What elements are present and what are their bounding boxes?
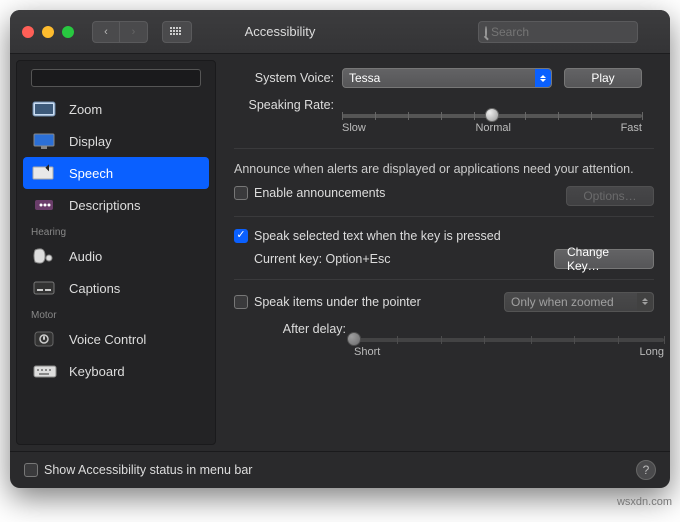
sidebar-item-label: Descriptions xyxy=(69,198,141,213)
traffic-lights xyxy=(22,26,74,38)
chevron-updown-icon xyxy=(535,69,551,87)
sidebar-item-label: Audio xyxy=(69,249,102,264)
minimize-icon[interactable] xyxy=(42,26,54,38)
zoom-icon xyxy=(31,99,59,119)
footer: Show Accessibility status in menu bar ? xyxy=(10,451,670,488)
rate-normal-label: Normal xyxy=(475,122,510,134)
speak-selected-label: Speak selected text when the key is pres… xyxy=(254,229,501,243)
speak-pointer-checkbox[interactable] xyxy=(234,295,248,309)
sidebar-item-label: Keyboard xyxy=(69,364,125,379)
body: Zoom Display Speech Descriptions Hearing… xyxy=(10,54,670,451)
chevron-updown-icon xyxy=(637,293,653,311)
window-title: Accessibility xyxy=(90,24,470,39)
close-icon[interactable] xyxy=(22,26,34,38)
sidebar-item-label: Voice Control xyxy=(69,332,146,347)
sidebar-item-display[interactable]: Display xyxy=(23,125,209,157)
pointer-mode-select[interactable]: Only when zoomed xyxy=(504,292,654,312)
system-voice-label: System Voice: xyxy=(234,71,342,85)
after-delay-slider[interactable]: Short Long xyxy=(354,338,664,358)
titlebar: ‹ › Accessibility xyxy=(10,10,670,54)
watermark: wsxdn.com xyxy=(617,496,672,508)
change-key-button[interactable]: Change Key… xyxy=(554,249,654,269)
speech-icon xyxy=(31,163,59,183)
search-icon xyxy=(485,26,487,38)
sidebar-item-keyboard[interactable]: Keyboard xyxy=(23,355,209,387)
show-status-checkbox[interactable] xyxy=(24,463,38,477)
rate-fast-label: Fast xyxy=(621,122,642,134)
divider xyxy=(234,148,654,149)
sidebar-item-captions[interactable]: Captions xyxy=(23,272,209,304)
sidebar-item-truncated[interactable] xyxy=(31,69,201,87)
after-delay-label: After delay: xyxy=(234,322,354,336)
keyboard-icon xyxy=(31,361,59,381)
enable-announcements-checkbox[interactable] xyxy=(234,186,248,200)
search-input[interactable] xyxy=(491,25,646,39)
delay-short-label: Short xyxy=(354,346,380,358)
system-voice-select[interactable]: Tessa xyxy=(342,68,552,88)
sidebar-item-descriptions[interactable]: Descriptions xyxy=(23,189,209,221)
current-key-label: Current key: Option+Esc xyxy=(254,252,391,266)
speak-selected-checkbox[interactable] xyxy=(234,229,248,243)
enable-announcements-label: Enable announcements xyxy=(254,186,385,200)
pointer-mode-value: Only when zoomed xyxy=(511,295,614,309)
slider-knob-icon[interactable] xyxy=(347,332,361,346)
play-button[interactable]: Play xyxy=(564,68,642,88)
search-field[interactable] xyxy=(478,21,638,43)
sidebar[interactable]: Zoom Display Speech Descriptions Hearing… xyxy=(16,60,216,445)
options-button[interactable]: Options… xyxy=(566,186,654,206)
sidebar-item-audio[interactable]: Audio xyxy=(23,240,209,272)
announce-description: Announce when alerts are displayed or ap… xyxy=(234,161,654,178)
slider-knob-icon[interactable] xyxy=(485,108,499,122)
delay-long-label: Long xyxy=(640,346,664,358)
sidebar-group-hearing: Hearing xyxy=(23,221,209,240)
sidebar-item-label: Speech xyxy=(69,166,113,181)
zoom-icon[interactable] xyxy=(62,26,74,38)
sidebar-group-motor: Motor xyxy=(23,304,209,323)
captions-icon xyxy=(31,278,59,298)
sidebar-item-label: Zoom xyxy=(69,102,102,117)
speak-pointer-label: Speak items under the pointer xyxy=(254,295,421,309)
sidebar-item-label: Display xyxy=(69,134,112,149)
divider xyxy=(234,216,654,217)
help-button[interactable]: ? xyxy=(636,460,656,480)
sidebar-item-voice-control[interactable]: Voice Control xyxy=(23,323,209,355)
display-icon xyxy=(31,131,59,151)
sidebar-item-speech[interactable]: Speech xyxy=(23,157,209,189)
speaking-rate-label: Speaking Rate: xyxy=(234,98,342,112)
audio-icon xyxy=(31,246,59,266)
sidebar-item-label: Captions xyxy=(69,281,120,296)
preferences-window: ‹ › Accessibility Zoom Display Speech xyxy=(10,10,670,488)
divider xyxy=(234,279,654,280)
speaking-rate-slider[interactable]: Slow Normal Fast xyxy=(342,114,642,134)
show-status-label: Show Accessibility status in menu bar xyxy=(44,463,252,477)
system-voice-value: Tessa xyxy=(349,71,380,85)
voice-control-icon xyxy=(31,329,59,349)
rate-slow-label: Slow xyxy=(342,122,366,134)
content-pane: System Voice: Tessa Play Speaking Rate: … xyxy=(216,54,670,451)
descriptions-icon xyxy=(31,195,59,215)
sidebar-item-zoom[interactable]: Zoom xyxy=(23,93,209,125)
